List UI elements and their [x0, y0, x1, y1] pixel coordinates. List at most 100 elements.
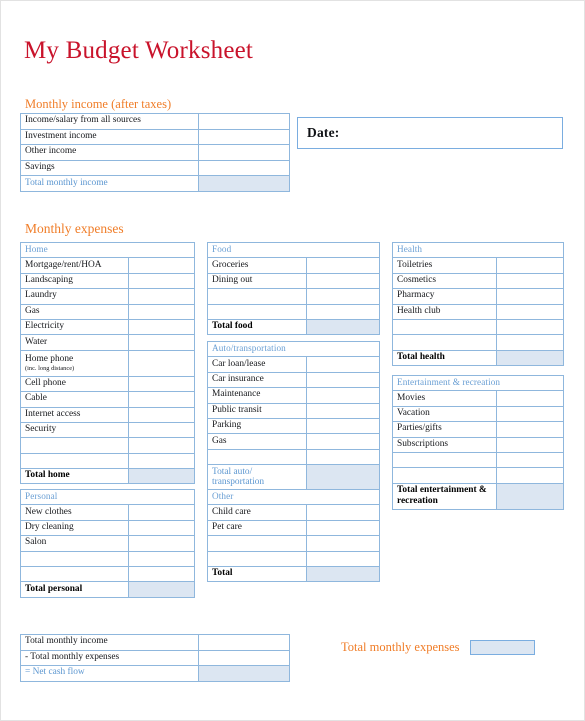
table-row — [20, 437, 196, 454]
row-value-input[interactable] — [127, 375, 196, 393]
row-value-input[interactable] — [305, 519, 381, 537]
row-label-blank[interactable] — [392, 467, 497, 484]
row-value-input[interactable] — [198, 634, 290, 651]
row-label-blank[interactable] — [207, 303, 307, 320]
row-label-blank[interactable] — [207, 288, 307, 305]
row-label-blank[interactable] — [207, 550, 307, 567]
row-value-input[interactable] — [198, 128, 290, 146]
row-value-input[interactable] — [496, 303, 564, 320]
row-value-input[interactable] — [496, 272, 564, 290]
net-cash-flow-table: Total monthly income - Total monthly exp… — [20, 634, 290, 682]
row-value-input[interactable] — [495, 436, 565, 453]
row-value-input[interactable] — [496, 257, 564, 274]
row-value-input[interactable] — [495, 467, 565, 484]
row-value-input[interactable] — [127, 421, 196, 439]
row-value-input[interactable] — [127, 550, 196, 567]
total-value-input[interactable] — [127, 468, 196, 485]
table-header-row: Auto/transportation — [206, 340, 381, 358]
table-row: Investment income — [20, 128, 290, 146]
table-row: Savings — [20, 159, 290, 177]
row-value-input[interactable] — [305, 288, 381, 305]
row-value-input[interactable] — [127, 349, 196, 377]
row-value-input[interactable] — [127, 391, 196, 408]
row-value-input[interactable] — [305, 356, 381, 373]
row-label: Gas — [20, 303, 129, 320]
table-header-row: Home — [19, 241, 196, 259]
row-value-input[interactable] — [127, 565, 196, 583]
table-row-total: Total — [207, 565, 381, 583]
table-row: Dry cleaning — [20, 519, 196, 537]
row-value-input[interactable] — [305, 387, 381, 404]
row-value-input[interactable] — [305, 272, 381, 290]
table-row: Dining out — [207, 272, 381, 290]
row-value-input[interactable] — [495, 451, 565, 469]
row-value-input[interactable] — [127, 318, 196, 336]
row-value-input[interactable] — [305, 535, 381, 552]
row-label-blank[interactable] — [20, 550, 129, 567]
net-cash-flow-value-input[interactable] — [198, 665, 290, 682]
row-value-input[interactable] — [496, 334, 564, 351]
row-value-input[interactable] — [127, 272, 196, 290]
row-value-input[interactable] — [127, 288, 196, 305]
table-row: Total monthly income — [20, 634, 290, 651]
row-value-input[interactable] — [305, 303, 381, 320]
row-value-input[interactable] — [496, 318, 564, 336]
total-value-input[interactable] — [495, 482, 565, 510]
total-value-input[interactable] — [305, 318, 381, 336]
row-label: Internet access — [20, 406, 129, 423]
row-value-input[interactable] — [495, 421, 565, 438]
row-value-input[interactable] — [305, 371, 381, 389]
row-value-input[interactable] — [305, 257, 381, 274]
row-value-input[interactable] — [495, 390, 565, 407]
total-label: Total personal — [20, 581, 129, 598]
table-row-total: Total food — [207, 318, 381, 336]
total-monthly-expenses-value-input[interactable] — [469, 640, 535, 655]
date-field[interactable]: Date: — [297, 117, 563, 149]
row-label-blank[interactable] — [20, 565, 129, 583]
row-value-input[interactable] — [127, 535, 196, 552]
row-value-input[interactable] — [305, 402, 381, 419]
row-value-input[interactable] — [127, 303, 196, 320]
table-header-row: Health — [392, 241, 564, 259]
row-value-input[interactable] — [495, 405, 565, 423]
row-value-input[interactable] — [305, 550, 381, 567]
row-value-input[interactable] — [198, 113, 290, 130]
total-value-input[interactable] — [198, 175, 290, 192]
total-value-input[interactable] — [305, 565, 381, 583]
row-value-input[interactable] — [127, 519, 196, 537]
row-label-blank[interactable] — [207, 448, 307, 466]
net-cash-flow-label: = Net cash flow — [20, 665, 199, 682]
table-row — [20, 452, 196, 470]
total-value-input[interactable] — [496, 349, 564, 367]
row-value-input[interactable] — [305, 448, 381, 466]
category-header: Other — [206, 488, 381, 506]
row-label-blank[interactable] — [392, 334, 497, 351]
row-value-input[interactable] — [198, 649, 290, 667]
total-value-input[interactable] — [305, 464, 381, 492]
row-label-blank[interactable] — [207, 535, 307, 552]
row-value-input[interactable] — [127, 437, 196, 454]
table-row: Public transit — [207, 402, 381, 419]
row-label-blank[interactable] — [392, 318, 497, 336]
row-value-input[interactable] — [305, 417, 381, 435]
row-value-input[interactable] — [496, 288, 564, 305]
table-row-total: Total home — [20, 468, 196, 485]
row-value-input[interactable] — [198, 159, 290, 177]
table-header-row: Food — [206, 241, 381, 259]
total-value-input[interactable] — [127, 581, 196, 598]
row-value-input[interactable] — [127, 452, 196, 470]
row-value-input[interactable] — [305, 433, 381, 450]
row-value-input[interactable] — [127, 257, 196, 274]
row-label: Gas — [207, 433, 307, 450]
row-value-input[interactable] — [127, 504, 196, 521]
row-label: Pet care — [207, 519, 307, 537]
row-label-blank[interactable] — [20, 452, 129, 470]
row-label-blank[interactable] — [392, 451, 497, 469]
row-label: Cosmetics — [392, 272, 497, 290]
table-row: Health club — [392, 303, 564, 320]
row-value-input[interactable] — [127, 334, 196, 351]
row-value-input[interactable] — [198, 144, 290, 161]
row-value-input[interactable] — [305, 504, 381, 521]
row-label-blank[interactable] — [20, 437, 129, 454]
row-value-input[interactable] — [127, 406, 196, 423]
